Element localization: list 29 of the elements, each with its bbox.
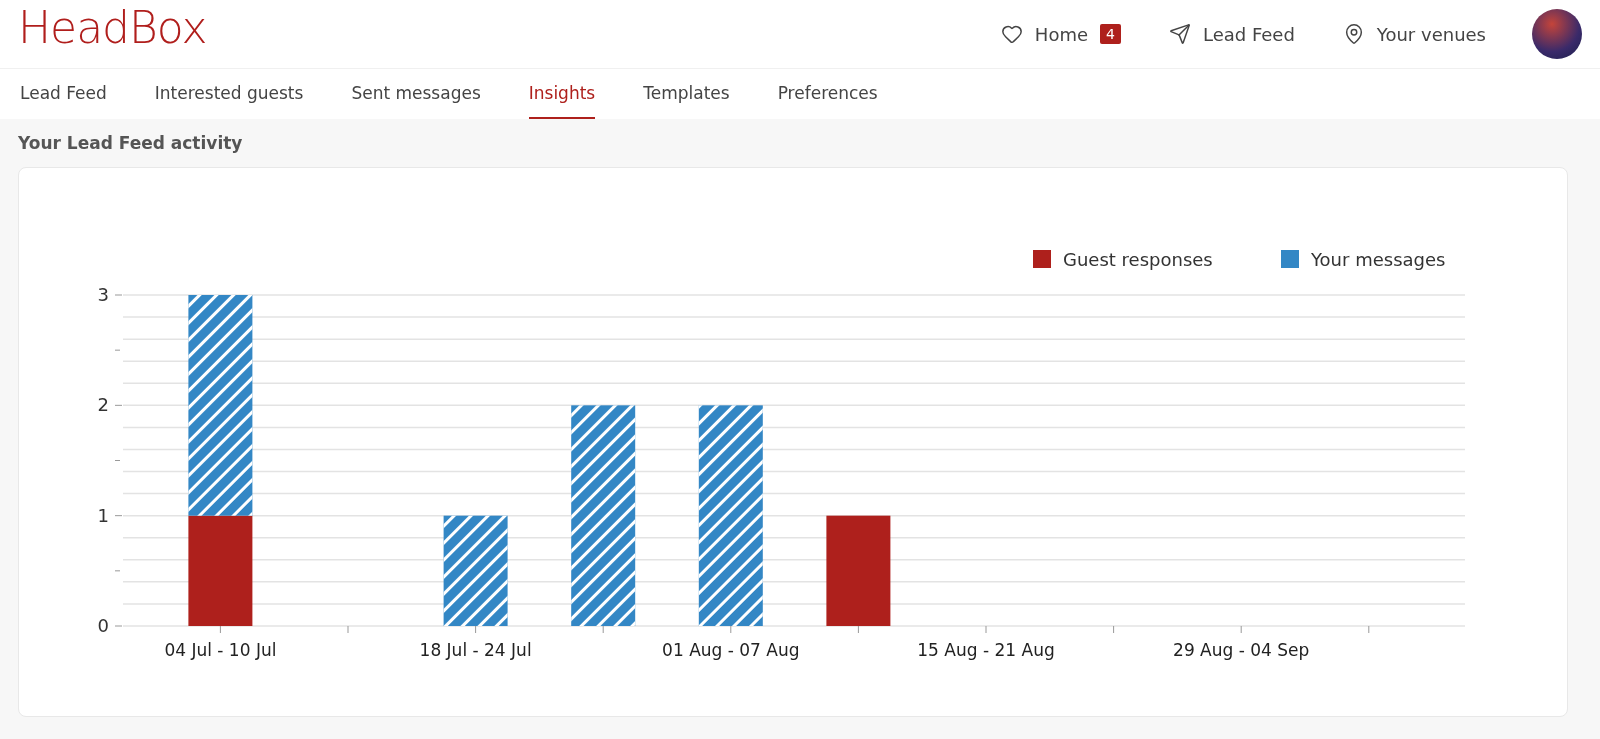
x-axis-label: 15 Aug - 21 Aug <box>917 640 1055 660</box>
paper-plane-icon <box>1168 23 1191 45</box>
nav-label: Your venues <box>1376 23 1486 45</box>
nav-label: Home <box>1034 23 1088 45</box>
legend-label: Your messages <box>1311 249 1446 270</box>
notification-badge: 4 <box>1100 24 1121 44</box>
logo[interactable]: HeadBox <box>18 1 1001 53</box>
y-axis-label: 0 <box>97 615 109 636</box>
nav-link[interactable]: Lead Feed <box>1168 23 1295 45</box>
y-axis-label: 2 <box>97 394 109 416</box>
x-axis-label: 18 Jul - 24 Jul <box>419 640 532 660</box>
nav-link[interactable]: Your venues <box>1342 23 1486 45</box>
tab[interactable]: Templates <box>643 69 730 119</box>
tab[interactable]: Insights <box>528 69 596 119</box>
x-axis-label: 04 Jul - 10 Jul <box>164 640 277 660</box>
section-title: Your Lead Feed activity <box>17 132 244 153</box>
tab[interactable]: Interested guests <box>154 69 304 119</box>
nav-label: Lead Feed <box>1202 23 1295 45</box>
avatar-photo-placeholder[interactable] <box>1532 9 1582 59</box>
y-axis-label: 3 <box>97 284 109 305</box>
tab[interactable]: Lead Feed <box>20 69 107 119</box>
tab[interactable]: Sent messages <box>351 69 481 119</box>
x-axis-label: 29 Aug - 04 Sep <box>1173 640 1310 660</box>
nav-link[interactable]: Home 4 <box>1000 23 1121 45</box>
heart-icon <box>1000 23 1023 45</box>
x-axis-label: 01 Aug - 07 Aug <box>662 640 800 660</box>
y-axis-label: 1 <box>97 504 109 526</box>
legend-label: Guest responses <box>1063 249 1213 270</box>
tab[interactable]: Preferences <box>777 69 878 119</box>
